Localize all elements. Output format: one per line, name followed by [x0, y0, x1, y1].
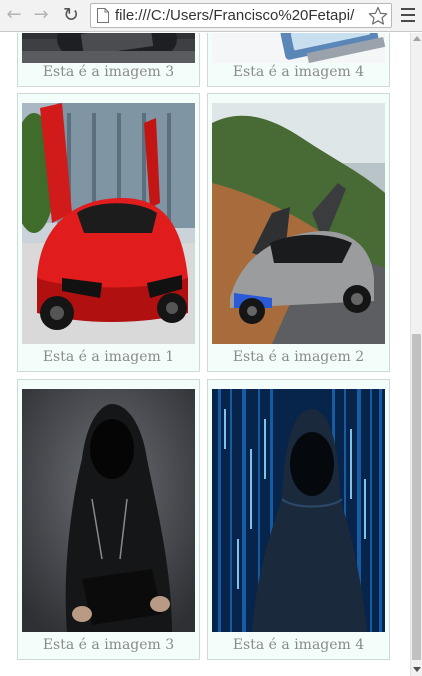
scroll-up-arrow-icon[interactable]: [413, 36, 421, 41]
gallery-card: Esta é a imagem 2: [207, 93, 390, 372]
hooded-hacker-code-photo: [212, 33, 385, 63]
image-caption: Esta é a imagem 3: [42, 64, 175, 80]
image-caption: Esta é a imagem 1: [42, 349, 175, 365]
image-caption: Esta é a imagem 3: [42, 637, 175, 653]
vertical-scrollbar[interactable]: [410, 33, 422, 676]
reload-icon: ↻: [63, 4, 79, 26]
forward-button[interactable]: →: [31, 5, 51, 25]
red-lamborghini-photo: [22, 103, 195, 344]
hooded-figure-tablet-photo: [22, 389, 195, 632]
arrow-left-icon: ←: [6, 4, 22, 25]
hooded-hacker-code-photo: [212, 389, 385, 632]
gallery-card: Esta é a imagem 4: [207, 379, 390, 660]
reload-button[interactable]: ↻: [61, 5, 81, 25]
gallery-card: Esta é a imagem 3: [17, 379, 200, 660]
image-caption: Esta é a imagem 2: [232, 349, 365, 365]
gallery-card: Esta é a imagem 1: [17, 93, 200, 372]
address-bar[interactable]: file:///C:/Users/Francisco%20Fetapi/: [90, 3, 392, 28]
back-button[interactable]: ←: [4, 5, 24, 25]
url-text[interactable]: file:///C:/Users/Francisco%20Fetapi/: [115, 6, 365, 26]
hamburger-menu-icon[interactable]: [399, 8, 417, 24]
image-caption: Esta é a imagem 4: [232, 64, 365, 80]
scroll-down-arrow-icon[interactable]: [413, 667, 421, 672]
page-viewport: Esta é a imagem 3 Esta é a imagem 4 Esta…: [0, 33, 410, 676]
hooded-figure-photo: [22, 33, 195, 63]
gallery-card: Esta é a imagem 3: [17, 33, 200, 87]
star-icon[interactable]: [368, 6, 388, 26]
image-caption: Esta é a imagem 4: [232, 637, 365, 653]
browser-toolbar: ← → ↻ file:///C:/Users/Francisco%20Fetap…: [0, 0, 422, 32]
page-icon: [97, 8, 109, 23]
gallery-card: Esta é a imagem 4: [207, 33, 390, 87]
arrow-right-icon: →: [33, 4, 49, 25]
silver-bmw-i8-photo: [212, 103, 385, 344]
scrollbar-thumb[interactable]: [412, 334, 421, 660]
